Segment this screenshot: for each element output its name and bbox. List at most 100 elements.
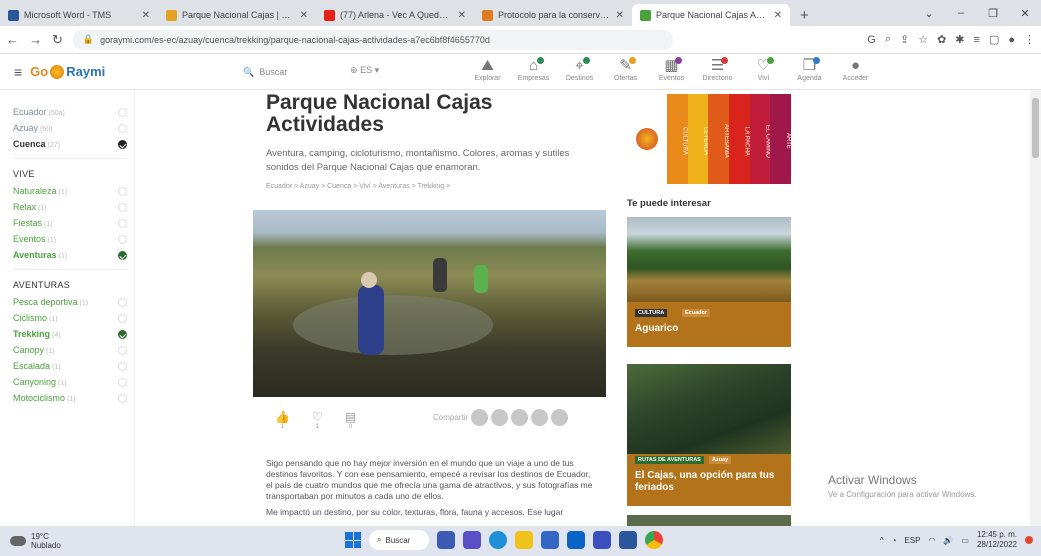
hamburger-icon[interactable]: ≡ (14, 64, 22, 80)
unchecked-icon[interactable] (118, 345, 127, 355)
bookmark-star-icon[interactable]: ☆ (918, 33, 928, 46)
share-icon[interactable]: ⇪ (900, 33, 909, 46)
puzzle-icon[interactable]: ✱ (955, 33, 964, 46)
header-nav-agenda[interactable]: ❒ Agenda (788, 57, 831, 82)
unchecked-icon[interactable] (118, 361, 127, 371)
word-icon[interactable] (619, 531, 637, 549)
filter-item[interactable]: Ciclismo (1) (13, 310, 134, 326)
tab-close-icon[interactable]: ✕ (774, 10, 782, 21)
page-scrollbar[interactable] (1030, 90, 1041, 526)
filter-item[interactable]: Escalada (1) (13, 358, 134, 374)
browser-tab[interactable]: Microsoft Word - TMS ✕ (0, 4, 158, 26)
reading-list-icon[interactable]: ≡ (974, 34, 980, 46)
tab-close-icon[interactable]: ✕ (300, 10, 308, 21)
mail-icon[interactable] (567, 531, 585, 549)
site-search[interactable]: 🔍 Buscar (243, 62, 323, 82)
scroll-thumb[interactable] (1032, 98, 1039, 158)
filter-item[interactable]: Relax (1) (13, 199, 134, 215)
back-icon[interactable]: ← (6, 32, 19, 47)
filter-item[interactable]: Trekking (4) (13, 326, 134, 342)
chat-icon[interactable] (463, 531, 481, 549)
checked-icon[interactable] (118, 329, 127, 339)
checked-icon[interactable] (118, 139, 127, 149)
linkedin-icon[interactable] (531, 409, 549, 426)
filter-item[interactable]: Cuenca (27) (13, 136, 134, 152)
header-nav-explorar[interactable]: ⛰ Explorar (466, 57, 509, 82)
breadcrumb[interactable]: Ecuador > Azuay > Cuenca > Viví > Aventu… (266, 183, 450, 190)
windows-start-icon[interactable] (345, 532, 361, 548)
volume-icon[interactable]: 🔊 (943, 536, 953, 545)
header-nav-eventos[interactable]: ▦ Eventos (650, 57, 693, 82)
like-icon[interactable]: 👍 1 (275, 410, 290, 430)
unchecked-icon[interactable] (118, 107, 127, 117)
notification-icon[interactable] (1025, 536, 1033, 544)
header-nav-directorio[interactable]: ☰ Directorio (696, 57, 739, 82)
file-explorer-icon[interactable] (515, 531, 533, 549)
filter-item[interactable]: Fiestas (1) (13, 215, 134, 231)
forward-icon[interactable]: → (29, 32, 42, 47)
reload-icon[interactable]: ↻ (52, 32, 63, 48)
filter-item[interactable]: Naturaleza (1) (13, 183, 134, 199)
browser-tab[interactable]: Protocolo para la conservación y ✕ (474, 4, 632, 26)
facebook-icon[interactable] (471, 409, 489, 426)
minimize-icon[interactable]: – (945, 7, 977, 19)
unchecked-icon[interactable] (118, 202, 127, 212)
language-selector[interactable]: ⊕ ES ▾ (350, 65, 379, 76)
task-view-icon[interactable] (437, 531, 455, 549)
unchecked-icon[interactable] (118, 123, 127, 133)
filter-item[interactable]: Aventuras (1) (13, 247, 134, 263)
wifi-icon[interactable]: ◠ (928, 536, 935, 545)
teams-icon[interactable] (593, 531, 611, 549)
input-language[interactable]: ESP (904, 536, 920, 545)
profile-icon[interactable]: ● (1008, 34, 1015, 46)
related-card[interactable]: RUTAS DE AVENTURAS Azuay El Cajas, una o… (627, 364, 791, 506)
comment-icon[interactable]: ▤ 0 (345, 410, 356, 430)
checked-icon[interactable] (118, 250, 127, 260)
unchecked-icon[interactable] (118, 297, 127, 307)
header-nav-acceder[interactable]: ● Acceder (834, 57, 877, 82)
filter-item[interactable]: Pesca deportiva (1) (13, 294, 134, 310)
close-icon[interactable]: ✕ (1009, 7, 1041, 20)
browser-tab[interactable]: (77) Arlena - Vec A Quedarte ✕ (316, 4, 474, 26)
unchecked-icon[interactable] (118, 393, 127, 403)
tab-close-icon[interactable]: ✕ (458, 10, 466, 21)
filter-item[interactable]: Eventos (1) (13, 231, 134, 247)
related-card[interactable]: CULTURA Ecuador Aguarico (627, 217, 791, 347)
email-icon[interactable] (551, 409, 569, 426)
unchecked-icon[interactable] (118, 186, 127, 196)
site-logo[interactable]: Go Raymi (30, 64, 105, 79)
unchecked-icon[interactable] (118, 313, 127, 323)
edge-icon[interactable] (489, 531, 507, 549)
tab-close-icon[interactable]: ✕ (616, 10, 624, 21)
maximize-icon[interactable]: ❐ (977, 7, 1009, 20)
extension-icon[interactable]: ✿ (937, 33, 946, 46)
unchecked-icon[interactable] (118, 218, 127, 228)
twitter-icon[interactable] (491, 409, 509, 426)
unchecked-icon[interactable] (118, 377, 127, 387)
related-card-partial[interactable] (627, 515, 791, 526)
filter-item[interactable]: Canopy (1) (13, 342, 134, 358)
chevron-up-icon[interactable]: ^ (880, 536, 884, 545)
weather-widget[interactable]: 19°C Nublado (10, 532, 61, 550)
browser-tab[interactable]: Parque Nacional Cajas Actividades ✕ (632, 4, 790, 26)
header-nav-viví[interactable]: ♡ Viví (742, 57, 785, 82)
heart-icon[interactable]: ♡ 1 (312, 410, 323, 430)
zoom-icon[interactable]: ⌕ (885, 33, 891, 46)
header-nav-empresas[interactable]: ⌂ Empresas (512, 57, 555, 82)
battery-icon[interactable]: ▭ (961, 536, 969, 545)
menu-dots-icon[interactable]: ⋮ (1024, 33, 1035, 46)
url-field[interactable]: 🔒 goraymi.com/es-ec/azuay/cuenca/trekkin… (72, 29, 673, 50)
header-nav-ofertas[interactable]: ✎ Ofertas (604, 57, 647, 82)
whatsapp-icon[interactable] (511, 409, 529, 426)
network-icon[interactable]: ◔ (892, 536, 897, 545)
google-icon[interactable]: G (867, 34, 876, 46)
tab-search-icon[interactable]: ⌄ (913, 7, 945, 20)
ad-banner[interactable]: CULTURA LEYENDA ARTESANÍA LA PACHA EL CAMINO… (627, 94, 792, 184)
header-nav-destinos[interactable]: ⌖ Destinos (558, 57, 601, 82)
sidepanel-icon[interactable]: ▢ (989, 33, 999, 46)
tab-close-icon[interactable]: ✕ (142, 10, 150, 21)
new-tab-button[interactable]: + (790, 4, 819, 26)
unchecked-icon[interactable] (118, 234, 127, 244)
filter-item[interactable]: Canyoning (1) (13, 374, 134, 390)
taskbar-search[interactable]: ⌕ Buscar (369, 530, 429, 550)
